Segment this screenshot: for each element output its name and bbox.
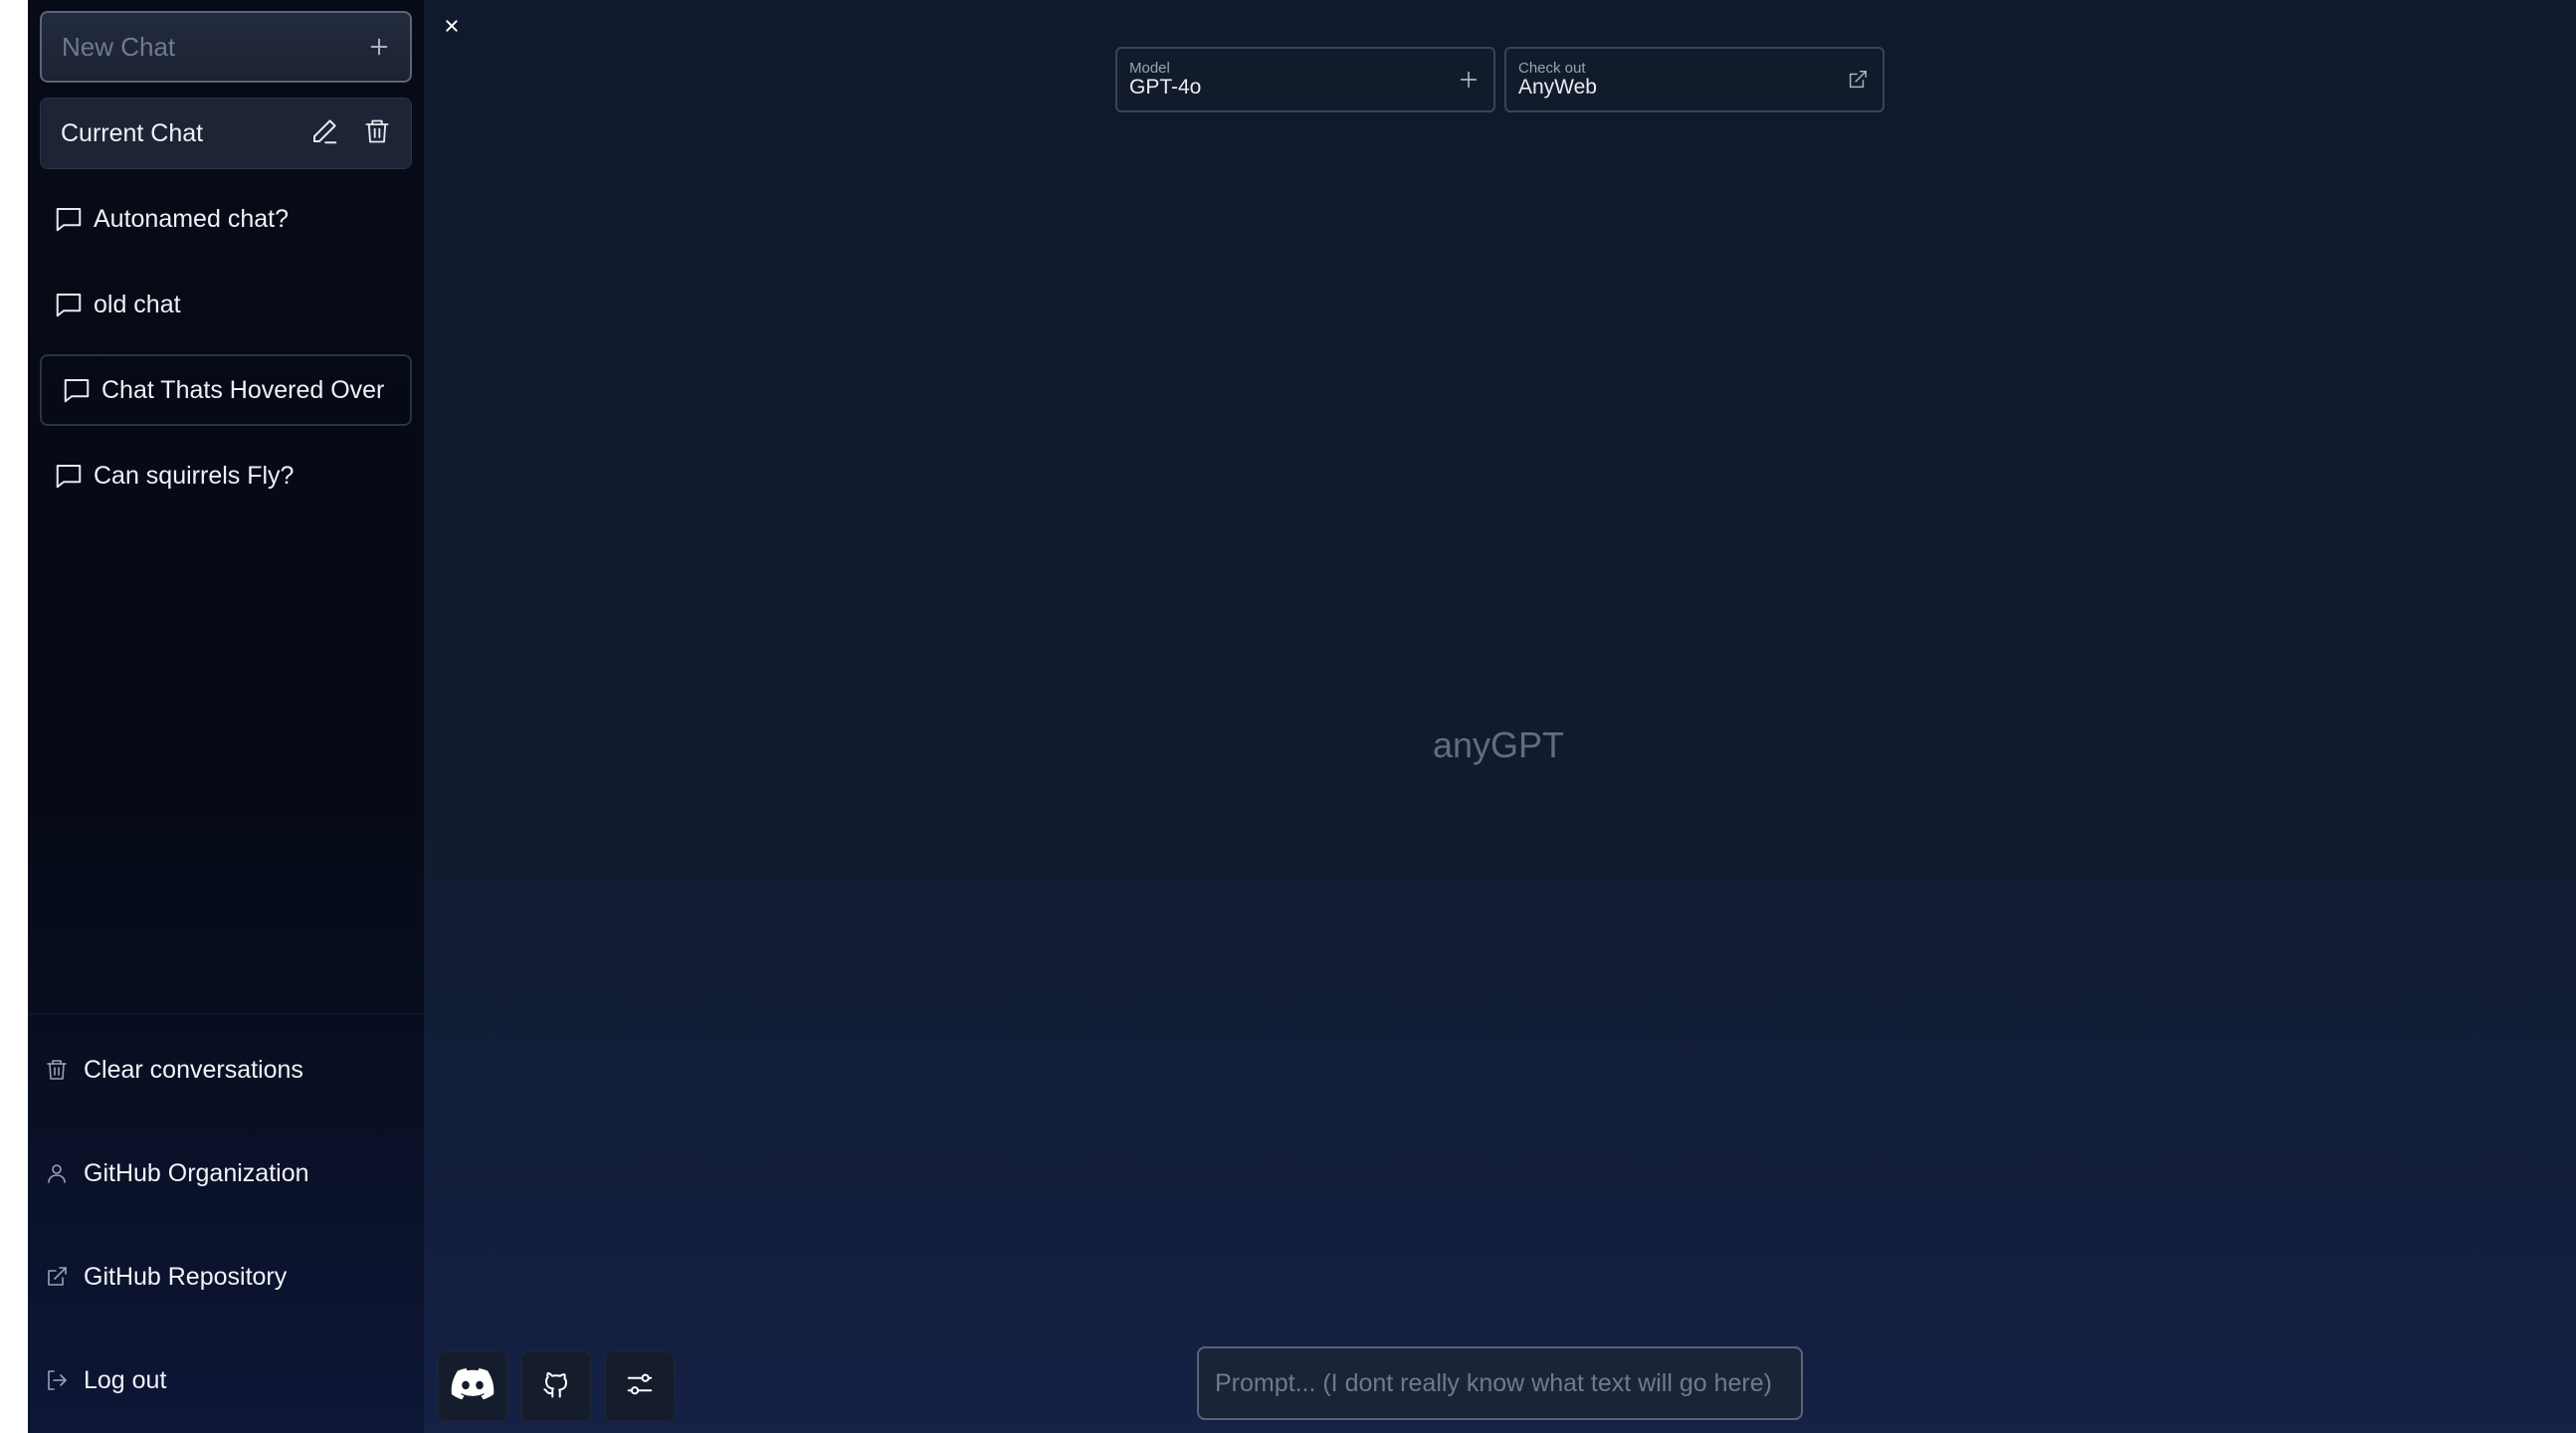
clear-conversations-label: Clear conversations xyxy=(84,1055,303,1084)
checkout-value: AnyWeb xyxy=(1518,76,1597,99)
checkout-anyweb-card[interactable]: Check out AnyWeb xyxy=(1504,47,1884,112)
github-organization-label: GitHub Organization xyxy=(84,1158,309,1187)
chat-item[interactable]: old chat xyxy=(40,269,412,340)
chat-item-label: Chat Thats Hovered Over xyxy=(101,375,385,404)
user-icon xyxy=(42,1160,72,1186)
chat-item[interactable]: Can squirrels Fly? xyxy=(40,440,412,512)
trash-icon[interactable] xyxy=(363,116,391,153)
chat-item-hovered[interactable]: Chat Thats Hovered Over xyxy=(40,354,412,426)
model-caption: Model xyxy=(1129,60,1170,77)
external-link-icon xyxy=(1847,69,1869,96)
github-repository-label: GitHub Repository xyxy=(84,1262,288,1291)
logout-label: Log out xyxy=(84,1365,167,1394)
clear-conversations-button[interactable]: Clear conversations xyxy=(42,1040,303,1100)
discord-button[interactable] xyxy=(437,1350,508,1422)
logout-button[interactable]: Log out xyxy=(42,1350,166,1410)
chat-bubble-icon xyxy=(54,204,84,234)
trash-icon xyxy=(42,1057,72,1083)
sidebar-divider xyxy=(28,1013,424,1015)
new-chat-button[interactable]: New Chat xyxy=(40,11,412,83)
chat-bubble-icon xyxy=(54,461,84,491)
logout-icon xyxy=(42,1368,72,1392)
close-icon xyxy=(444,18,460,39)
plus-icon xyxy=(1458,69,1480,96)
external-link-icon xyxy=(42,1265,72,1289)
chat-bubble-icon xyxy=(62,375,92,405)
sidebar: New Chat Current Chat Autonamed chat? ol… xyxy=(28,0,424,1433)
chat-item-label: old chat xyxy=(94,290,181,318)
chat-item[interactable]: Autonamed chat? xyxy=(40,183,412,255)
github-organization-link[interactable]: GitHub Organization xyxy=(42,1143,309,1203)
chat-item-label: Can squirrels Fly? xyxy=(94,461,295,490)
github-icon xyxy=(541,1368,571,1405)
chat-item-label: Autonamed chat? xyxy=(94,204,289,233)
model-selector[interactable]: Model GPT-4o xyxy=(1115,47,1495,112)
prompt-input[interactable] xyxy=(1197,1346,1803,1420)
checkout-caption: Check out xyxy=(1518,60,1586,77)
chat-item-label: Current Chat xyxy=(61,118,204,147)
new-chat-label: New Chat xyxy=(62,31,176,62)
chat-bubble-icon xyxy=(54,290,84,319)
model-value: GPT-4o xyxy=(1129,76,1202,99)
github-button[interactable] xyxy=(520,1350,592,1422)
plus-icon xyxy=(368,36,390,58)
window-edge xyxy=(0,0,28,1433)
edit-icon[interactable] xyxy=(309,116,339,153)
settings-sliders-icon xyxy=(625,1369,655,1404)
discord-icon xyxy=(451,1367,495,1406)
chat-item-current[interactable]: Current Chat xyxy=(40,98,412,169)
settings-button[interactable] xyxy=(604,1350,676,1422)
app-logo-text: anyGPT xyxy=(1433,724,1565,765)
github-repository-link[interactable]: GitHub Repository xyxy=(42,1247,287,1307)
close-sidebar-button[interactable] xyxy=(438,14,466,42)
